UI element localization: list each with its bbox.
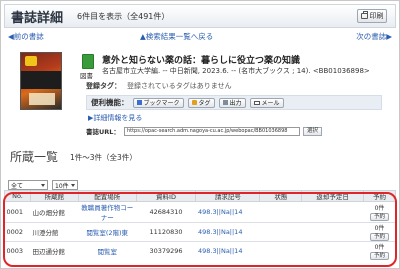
library-name: 山の畑分館 [30,201,79,223]
book-cover-image [20,52,62,110]
bib-url-field[interactable]: https://opac-search.adm.nagoya-cu.ac.jp/… [123,126,300,136]
holdings-table: No. 所蔵館 配置場所 資料ID 請求記号 状態 返却予定日 予約 0001 … [4,190,396,261]
bib-url-row: 書誌URL： https://opac-search.adm.nagoya-cu… [86,126,322,136]
holdings-title: 所蔵一覧 [10,150,59,164]
print-button[interactable]: 印刷 [357,9,387,23]
chevron-down-icon [71,184,75,187]
tags-value: 登録されているタグはありません [127,82,232,90]
column-header: 状態 [259,190,303,202]
per-page-value: 10件 [55,182,69,190]
select-url-button[interactable]: 選択 [302,126,322,136]
material-id: 30379296 [136,241,196,261]
reservation-count: 0件 [374,205,385,212]
due-date [301,241,364,261]
bookmark-button[interactable]: ブックマーク [132,97,184,108]
table-row: 0003 田辺通分館 閲覧室 30379296 498.3||Na||14 0件… [4,241,396,261]
material-id: 11120830 [136,222,196,242]
column-header: 配置場所 [77,190,137,202]
column-header: 資料ID [135,190,197,202]
call-number-link[interactable]: 498.3||Na||14 [198,247,242,255]
book-title: 意外と知らない薬の話：暮らしに役立つ薬の知識 [102,56,301,66]
printer-icon [360,11,368,19]
location-link[interactable]: 閲覧室 [97,248,117,256]
output-icon [222,100,228,105]
output-button[interactable]: 出力 [218,97,246,108]
registered-tags: 登録タグ： 登録されているタグはありません [86,81,232,91]
tools-label: 便利機能： [91,98,129,107]
table-row: 0002 川澄分館 閲覧室(2階)東 11120830 498.3||Na||1… [4,222,396,242]
tags-label: 登録タグ： [86,82,121,90]
due-date [301,201,364,223]
row-number: 0002 [4,222,31,242]
table-row: 0001 山の畑分館 教職員著作物コーナー 42684310 498.3||Na… [4,201,396,223]
status [259,241,302,261]
tag-icon [191,100,197,105]
chevron-down-icon [41,184,45,187]
bookmark-label: ブックマーク [143,100,180,107]
material-id: 42684310 [136,201,196,223]
tag-button[interactable]: タグ [187,97,215,108]
due-date [301,222,364,242]
print-label: 印刷 [369,12,384,20]
next-record-link[interactable]: 次の書誌▶ [356,31,392,42]
record-count: 6件目を表示（全491件） [77,11,170,21]
library-filter-value: 全て [11,182,24,190]
tag-label: タグ [198,100,211,107]
book-type-label: 図書 [80,72,93,80]
page-title: 書誌詳細 [11,10,64,26]
column-header: 返却予定日 [301,190,365,202]
holdings-count: 1件～3件（全3件） [70,153,137,162]
reserve-button[interactable]: 予約 [370,213,390,221]
back-to-results-link[interactable]: ▲検索結果一覧へ戻る [140,31,213,42]
library-name: 川澄分館 [30,222,79,242]
url-label: 書誌URL： [86,128,120,136]
prev-record-link[interactable]: ◀前の書誌 [8,31,44,42]
column-header: 請求記号 [195,190,261,202]
column-header: 予約 [363,190,396,202]
table-header-row: No. 所蔵館 配置場所 資料ID 請求記号 状態 返却予定日 予約 [4,190,396,202]
reservation-count: 0件 [374,244,385,252]
per-page-select[interactable]: 10件 [52,180,78,190]
column-header: No. [4,190,31,202]
page-header: 書誌詳細 6件目を表示（全491件） 印刷 [4,4,396,28]
book-metadata: 名古屋市立大学編. -- 中日新聞, 2023.6. -- (名市大ブックス ;… [102,67,370,75]
column-header: 所蔵館 [29,190,79,202]
record-navigation: ◀前の書誌 ▲検索結果一覧へ戻る 次の書誌▶ [8,31,392,42]
status [259,222,302,242]
call-number-link[interactable]: 498.3||Na||14 [198,228,242,236]
bookmark-icon [136,100,142,105]
library-name: 田辺通分館 [30,241,79,261]
reserve-button[interactable]: 予約 [370,252,390,261]
location-link[interactable]: 閲覧室(2階)東 [86,229,128,237]
output-label: 出力 [229,100,242,107]
library-filter-select[interactable]: 全て [8,180,48,190]
row-number: 0001 [4,201,31,223]
book-type-icon [82,54,94,69]
mail-icon [253,100,260,105]
status [259,201,302,223]
tools-bar: 便利機能： ブックマーク タグ 出力 メール [86,95,382,110]
detail-info-link[interactable]: ▶詳細情報を見る [88,113,142,123]
reservation-count: 0件 [374,225,385,232]
mail-button[interactable]: メール [249,97,284,108]
mail-label: メール [261,100,280,107]
call-number-link[interactable]: 498.3||Na||14 [198,208,242,216]
location-link[interactable]: 教職員著作物コーナー [81,204,133,222]
reserve-button[interactable]: 予約 [370,233,390,241]
row-number: 0003 [4,241,31,261]
